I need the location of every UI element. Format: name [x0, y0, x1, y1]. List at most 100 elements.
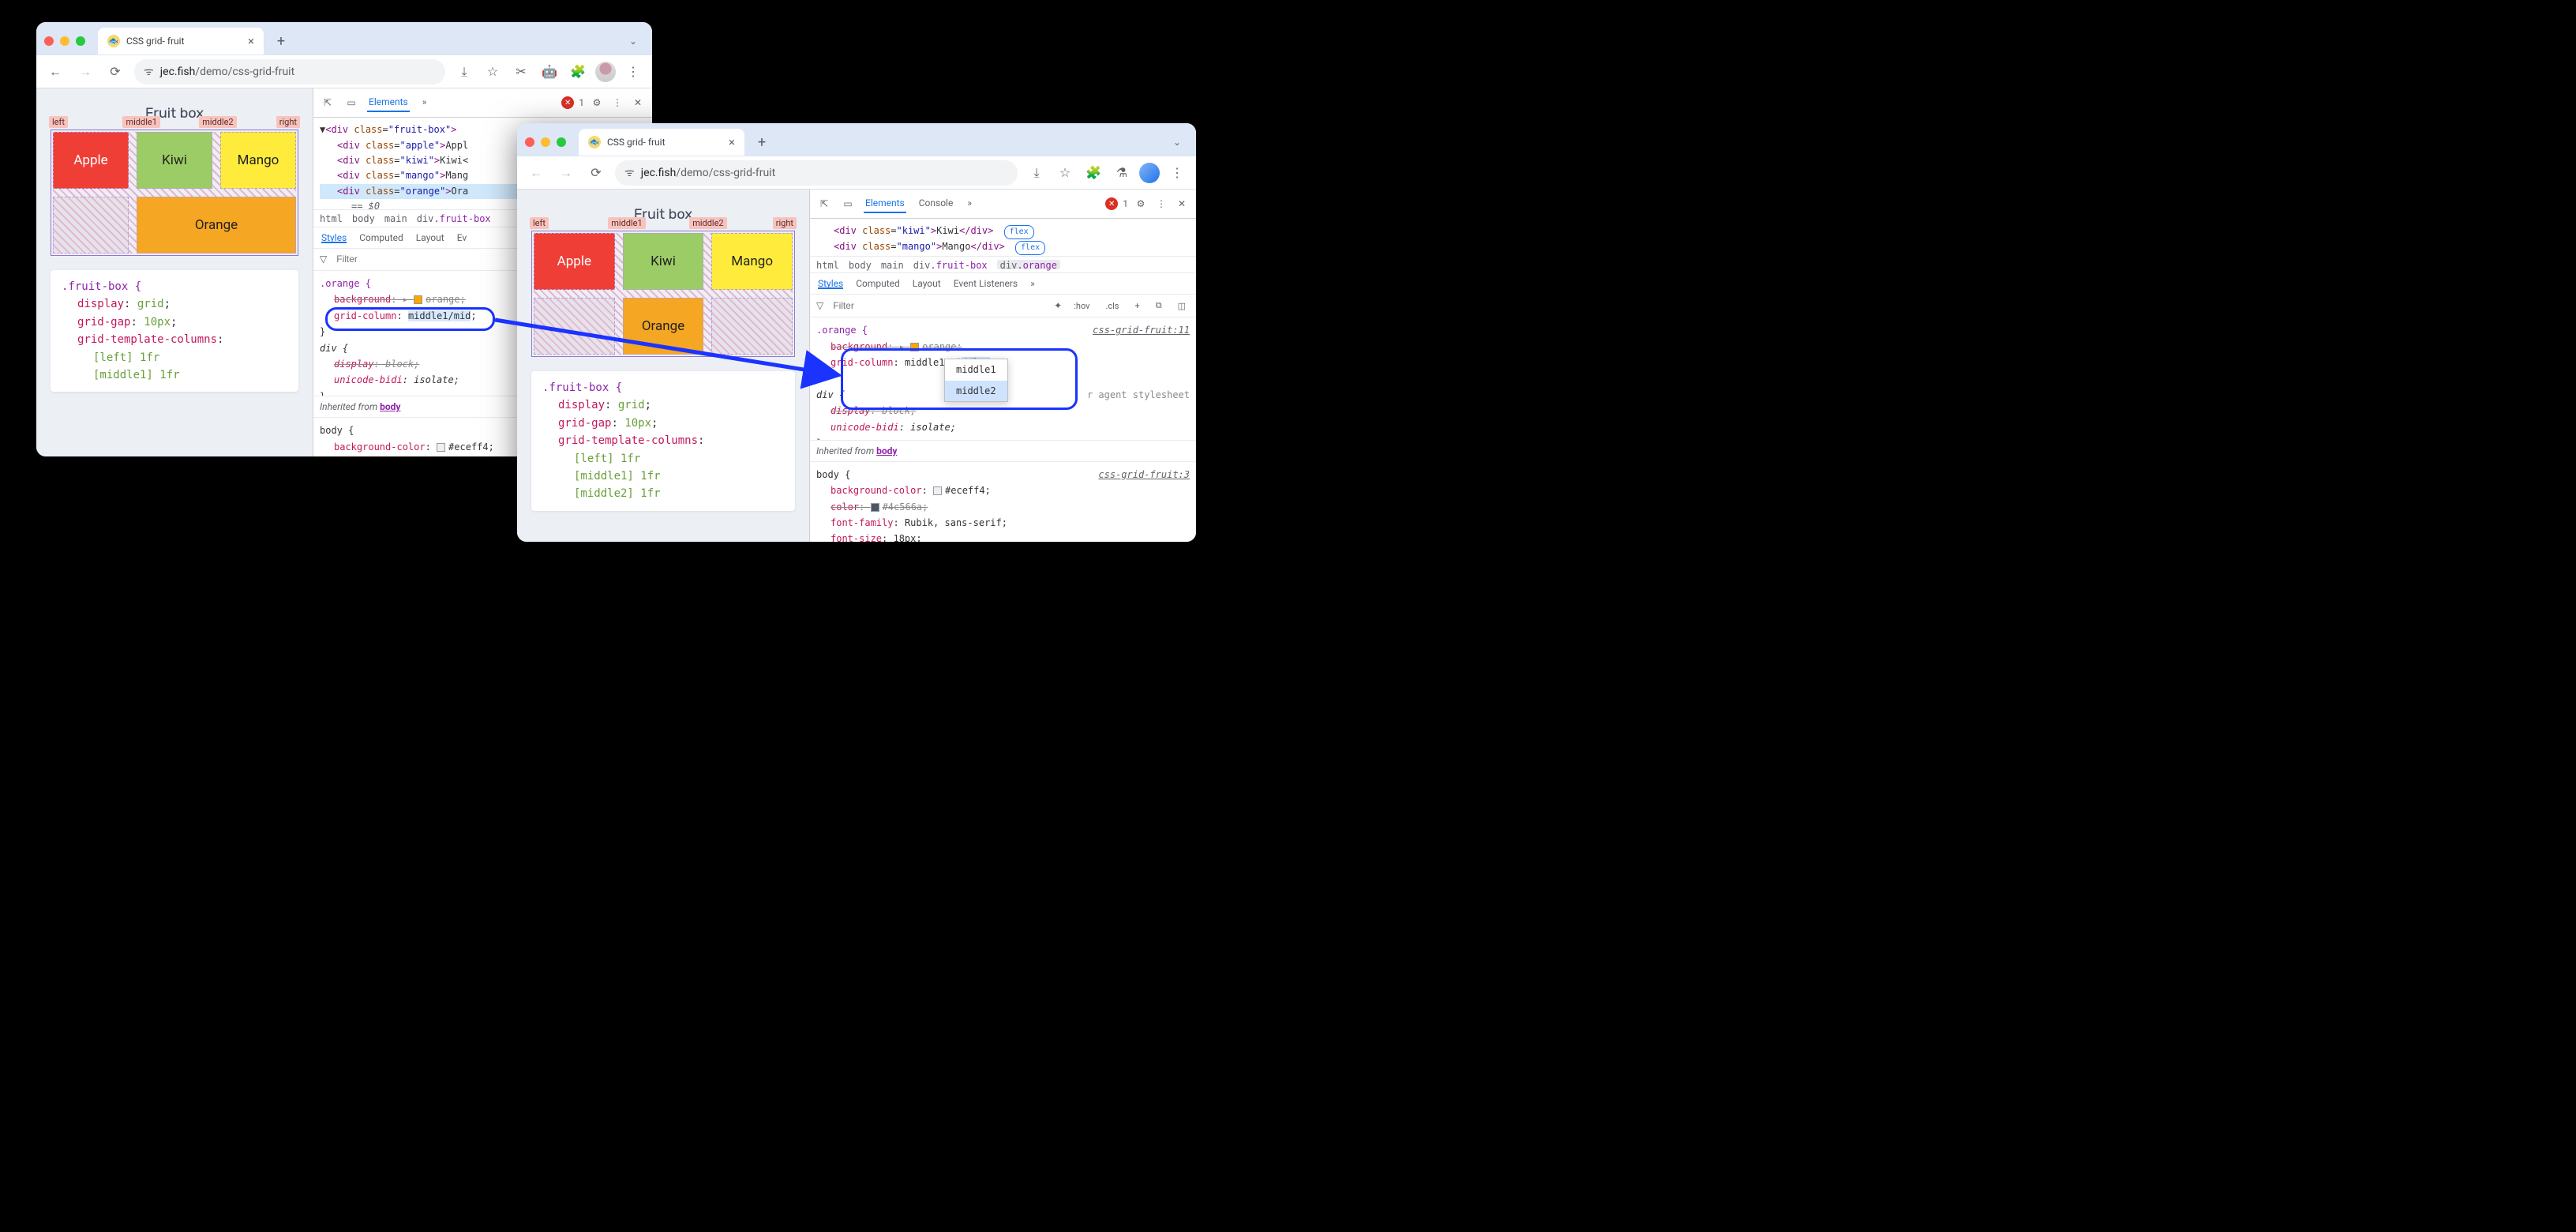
new-rule-button[interactable]: + — [1131, 299, 1143, 314]
elements-tab[interactable]: Elements — [367, 93, 410, 112]
autocomplete-popup[interactable]: middle1 middle2 — [944, 359, 1008, 402]
minimize-window-button[interactable] — [60, 36, 69, 46]
flex-badge[interactable]: flex — [1015, 241, 1045, 255]
devtools-toolbar: ⇱ ▭ Elements Console » ✕ 1 ⚙ ⋮ ✕ — [810, 190, 1196, 219]
device-toggle-icon[interactable]: ▭ — [343, 95, 359, 111]
browser-window-b: 🐟 CSS grid- fruit × + ⌄ ← → ⟳ ᯤ jec.fish… — [517, 123, 1196, 542]
computed-tab[interactable]: Computed — [359, 232, 403, 243]
address-bar[interactable]: ᯤ jec.fish/demo/css-grid-fruit — [134, 59, 445, 85]
settings-icon[interactable]: ⚙ — [589, 95, 605, 111]
grid-line-label-right: right — [773, 217, 797, 229]
maximize-window-button[interactable] — [557, 137, 566, 147]
extensions-icon[interactable]: 🧩 — [1082, 162, 1104, 184]
tabs-dropdown-button[interactable]: ⌄ — [1166, 131, 1188, 153]
more-subtabs[interactable]: » — [1030, 278, 1035, 289]
console-tab[interactable]: Console — [917, 194, 955, 213]
browser-menu-button[interactable]: ⋮ — [622, 61, 644, 83]
maximize-window-button[interactable] — [76, 36, 85, 46]
event-listeners-tab[interactable]: Ev — [457, 232, 467, 243]
labs-icon[interactable]: ⚗ — [1111, 162, 1133, 184]
tabs-dropdown-button[interactable]: ⌄ — [622, 30, 644, 52]
source-link[interactable]: css-grid-fruit:11 — [1093, 322, 1190, 338]
chevron-down-icon: ⌄ — [629, 36, 637, 47]
cls-toggle[interactable]: .cls — [1101, 299, 1123, 314]
autocomplete-option-selected[interactable]: middle2 — [945, 381, 1007, 401]
inspect-icon[interactable]: ⇱ — [320, 95, 336, 111]
elements-tab[interactable]: Elements — [864, 194, 906, 213]
settings-icon[interactable]: ⚙ — [1133, 196, 1149, 212]
inherited-label: Inherited from body — [810, 440, 1196, 462]
devtools-menu-button[interactable]: ⋮ — [609, 95, 625, 111]
grid-line-label-middle2: middle2 — [199, 116, 236, 128]
back-button[interactable]: ← — [44, 61, 66, 83]
install-app-icon[interactable]: ⤓ — [453, 61, 475, 83]
profile-avatar[interactable] — [1139, 163, 1160, 183]
forward-button[interactable]: → — [74, 61, 96, 83]
site-info-icon[interactable]: ᯤ — [624, 165, 635, 180]
event-listeners-tab[interactable]: Event Listeners — [954, 278, 1018, 289]
reload-button[interactable]: ⟳ — [585, 162, 607, 184]
browser-tab[interactable]: 🐟 CSS grid- fruit × — [98, 28, 264, 54]
favicon-icon: 🐟 — [588, 136, 601, 148]
close-tab-button[interactable]: × — [729, 135, 735, 149]
computed-sidebar-icon[interactable]: ⧉ — [1152, 298, 1166, 314]
grid-cell-apple: Apple — [53, 132, 129, 189]
ai-icon[interactable]: ✦ — [1054, 300, 1062, 311]
site-info-icon[interactable]: ᯤ — [144, 64, 154, 79]
autocomplete-option[interactable]: middle1 — [945, 359, 1007, 380]
new-tab-button[interactable]: + — [751, 131, 773, 153]
bookmark-icon[interactable]: ☆ — [482, 61, 504, 83]
grid-cell-empty — [53, 197, 129, 254]
flex-badge[interactable]: flex — [1004, 225, 1034, 239]
robot-icon[interactable]: 🤖 — [538, 61, 561, 83]
hov-toggle[interactable]: :hov — [1070, 299, 1093, 314]
inspect-icon[interactable]: ⇱ — [816, 196, 832, 212]
toolbar: ← → ⟳ ᯤ jec.fish/demo/css-grid-fruit ⤓ ☆… — [517, 156, 1196, 190]
styles-tab[interactable]: Styles — [818, 278, 843, 289]
url-path: /demo/css-grid-fruit — [676, 167, 775, 179]
source-link[interactable]: css-grid-fruit:3 — [1098, 467, 1190, 483]
styles-subtabs: Styles Computed Layout Event Listeners » — [810, 273, 1196, 295]
devtools-toolbar: ⇱ ▭ Elements » ✕ 1 ⚙ ⋮ ✕ — [313, 88, 652, 118]
dom-tree[interactable]: <div class="kiwi">Kiwi</div> flex <div c… — [810, 219, 1196, 257]
more-tabs-button[interactable]: » — [966, 194, 973, 213]
close-tab-button[interactable]: × — [248, 34, 254, 48]
minimize-window-button[interactable] — [541, 137, 550, 147]
grid-line-label-left: left — [530, 217, 549, 229]
extensions-icon[interactable]: 🧩 — [567, 61, 589, 83]
devtools-menu-button[interactable]: ⋮ — [1153, 196, 1169, 212]
error-icon[interactable]: ✕ — [561, 96, 574, 109]
styles-pane[interactable]: .orange {css-grid-fruit:11 background: ▸… — [810, 317, 1196, 440]
address-bar[interactable]: ᯤ jec.fish/demo/css-grid-fruit — [615, 160, 1018, 186]
window-controls — [525, 137, 566, 147]
close-window-button[interactable] — [44, 36, 54, 46]
device-toggle-icon[interactable]: ▭ — [840, 196, 856, 212]
browser-menu-button[interactable]: ⋮ — [1166, 162, 1188, 184]
grid-cell-apple: Apple — [534, 233, 615, 290]
browser-tab[interactable]: 🐟 CSS grid- fruit × — [579, 129, 744, 156]
bookmark-icon[interactable]: ☆ — [1054, 162, 1076, 184]
grid-cell-orange: Orange — [137, 197, 296, 254]
error-icon[interactable]: ✕ — [1105, 197, 1118, 210]
scissors-icon[interactable]: ✂ — [510, 61, 532, 83]
more-tabs-button[interactable]: » — [421, 93, 429, 112]
close-window-button[interactable] — [525, 137, 534, 147]
filter-input[interactable] — [831, 299, 1046, 312]
new-tab-button[interactable]: + — [270, 30, 292, 52]
breadcrumb[interactable]: html body main div.fruit-box div.orange — [810, 257, 1196, 273]
sidebar-toggle-icon[interactable]: ◫ — [1174, 299, 1190, 314]
grid-line-label-right: right — [276, 116, 300, 128]
forward-button[interactable]: → — [555, 162, 577, 184]
close-devtools-button[interactable]: ✕ — [630, 95, 646, 111]
profile-avatar[interactable] — [595, 62, 616, 82]
styles-tab[interactable]: Styles — [321, 232, 347, 243]
close-devtools-button[interactable]: ✕ — [1174, 196, 1190, 212]
reload-button[interactable]: ⟳ — [104, 61, 126, 83]
window-controls — [44, 36, 85, 46]
grid-line-label-middle2: middle2 — [689, 217, 726, 229]
install-app-icon[interactable]: ⤓ — [1026, 162, 1048, 184]
layout-tab[interactable]: Layout — [913, 278, 941, 289]
layout-tab[interactable]: Layout — [416, 232, 444, 243]
back-button[interactable]: ← — [525, 162, 547, 184]
computed-tab[interactable]: Computed — [856, 278, 900, 289]
